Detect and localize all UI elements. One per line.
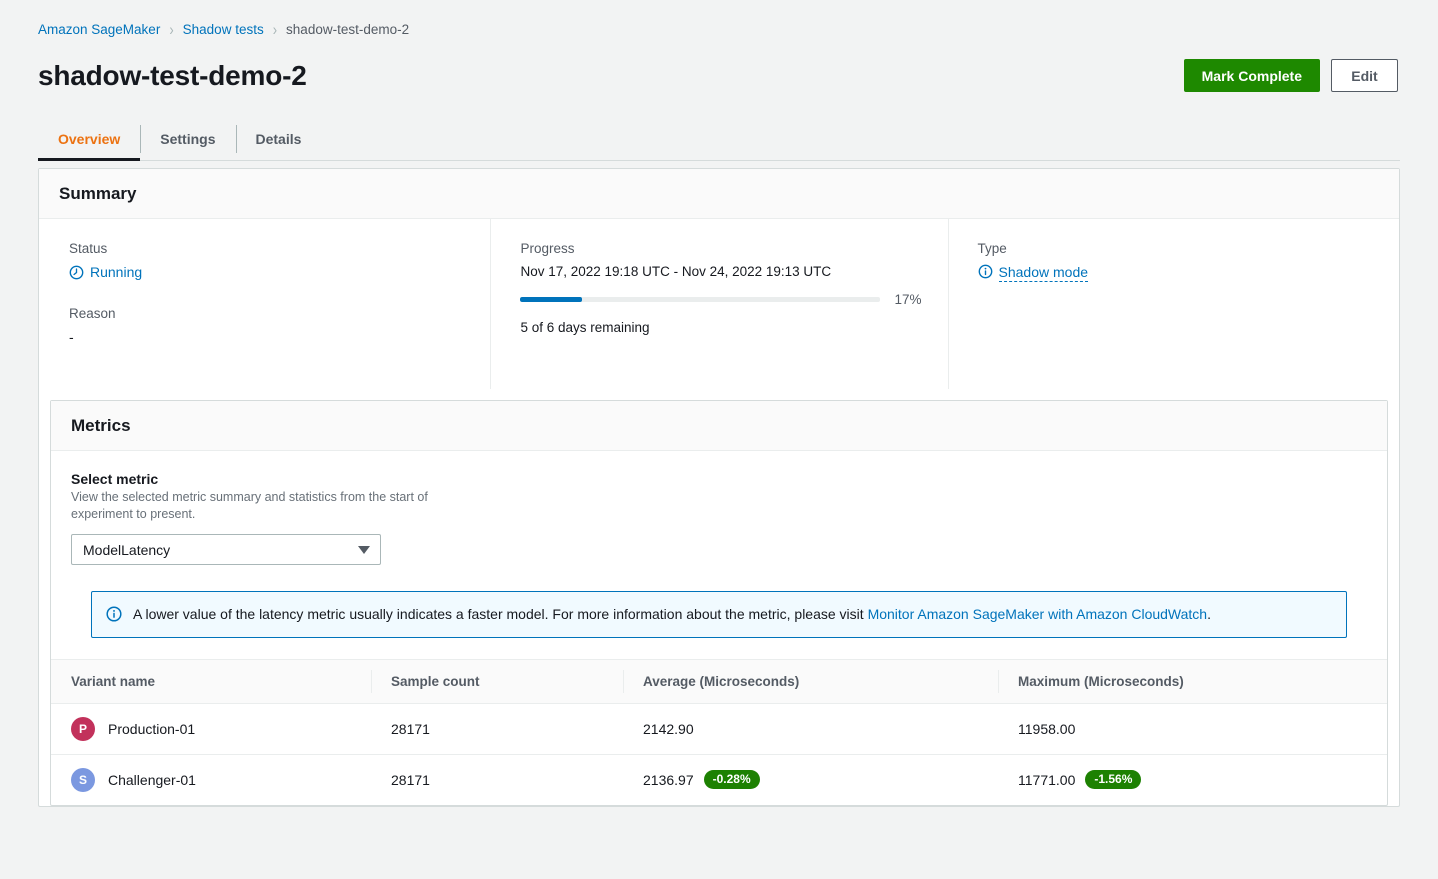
average-delta-badge: -0.28% bbox=[704, 770, 760, 789]
table-header-row: Variant name Sample count Average (Micro… bbox=[51, 659, 1387, 703]
status-label: Status bbox=[69, 241, 464, 256]
type-value: Shadow mode bbox=[999, 264, 1089, 282]
page-header: shadow-test-demo-2 Mark Complete Edit bbox=[0, 37, 1438, 92]
avatar: P bbox=[71, 717, 95, 741]
summary-column-progress: Progress Nov 17, 2022 19:18 UTC - Nov 24… bbox=[490, 219, 947, 389]
clock-icon bbox=[69, 265, 84, 280]
status-badge: Running bbox=[69, 264, 464, 280]
chevron-down-icon bbox=[358, 546, 370, 554]
summary-card-header: Summary bbox=[39, 169, 1399, 219]
column-header-sample-count: Sample count bbox=[371, 659, 623, 703]
progress-date-range: Nov 17, 2022 19:18 UTC - Nov 24, 2022 19… bbox=[520, 264, 921, 279]
select-metric-label: Select metric bbox=[71, 471, 1367, 487]
metrics-table-head: Variant name Sample count Average (Micro… bbox=[51, 659, 1387, 703]
tab-settings-label: Settings bbox=[160, 131, 215, 147]
info-alert-text-before: A lower value of the latency metric usua… bbox=[133, 606, 868, 622]
variant-name-label: Production-01 bbox=[108, 721, 195, 737]
cell-variant-name: S Challenger-01 bbox=[51, 754, 371, 805]
column-header-variant-name: Variant name bbox=[51, 659, 371, 703]
tab-settings[interactable]: Settings bbox=[140, 118, 235, 160]
metric-select[interactable]: ModelLatency bbox=[71, 534, 381, 565]
metrics-title: Metrics bbox=[71, 416, 1367, 436]
cloudwatch-doc-link[interactable]: Monitor Amazon SageMaker with Amazon Clo… bbox=[868, 606, 1208, 622]
summary-title: Summary bbox=[59, 184, 1379, 204]
breadcrumb-item-shadow-tests[interactable]: Shadow tests bbox=[183, 22, 264, 37]
summary-body: Status Running Reason - Progress bbox=[39, 219, 1399, 389]
summary-column-status: Status Running Reason - bbox=[39, 219, 490, 389]
header-actions: Mark Complete Edit bbox=[1184, 59, 1398, 92]
info-icon bbox=[978, 264, 993, 282]
metrics-card-header: Metrics bbox=[51, 401, 1387, 451]
select-metric-description: View the selected metric summary and sta… bbox=[71, 489, 431, 522]
progress-remaining: 5 of 6 days remaining bbox=[520, 320, 921, 335]
edit-button[interactable]: Edit bbox=[1331, 59, 1398, 92]
tab-overview-label: Overview bbox=[58, 131, 120, 147]
status-value: Running bbox=[90, 264, 142, 280]
average-value: 2142.90 bbox=[643, 721, 694, 737]
progress-label: Progress bbox=[520, 241, 921, 256]
cell-variant-name: P Production-01 bbox=[51, 703, 371, 754]
breadcrumb-item-amazon-sagemaker[interactable]: Amazon SageMaker bbox=[38, 22, 160, 37]
average-value: 2136.97 bbox=[643, 772, 694, 788]
mark-complete-button[interactable]: Mark Complete bbox=[1184, 59, 1320, 92]
maximum-value: 11958.00 bbox=[1018, 721, 1075, 737]
cell-average: 2136.97 -0.28% bbox=[623, 754, 998, 805]
progress-percent: 17% bbox=[894, 292, 921, 307]
column-header-average: Average (Microseconds) bbox=[623, 659, 998, 703]
breadcrumb-separator-icon: › bbox=[169, 20, 173, 39]
reason-field: Reason - bbox=[69, 306, 464, 345]
tab-overview[interactable]: Overview bbox=[38, 118, 140, 160]
cell-maximum: 11771.00 -1.56% bbox=[998, 754, 1387, 805]
info-icon bbox=[106, 605, 122, 622]
metric-select-value: ModelLatency bbox=[83, 542, 170, 558]
reason-value: - bbox=[69, 329, 464, 345]
progress-row: 17% bbox=[520, 292, 921, 307]
cell-maximum: 11958.00 bbox=[998, 703, 1387, 754]
cell-sample-count: 28171 bbox=[371, 754, 623, 805]
variant-name-label: Challenger-01 bbox=[108, 772, 196, 788]
breadcrumb-separator-icon: › bbox=[273, 20, 277, 39]
info-alert-text: A lower value of the latency metric usua… bbox=[133, 605, 1211, 624]
type-label: Type bbox=[978, 241, 1373, 256]
metrics-body: Select metric View the selected metric s… bbox=[51, 451, 1387, 638]
metrics-card: Metrics Select metric View the selected … bbox=[50, 400, 1388, 806]
info-alert-text-after: . bbox=[1207, 606, 1211, 622]
table-row: S Challenger-01 28171 2136.97 -0.28% 1 bbox=[51, 754, 1387, 805]
metrics-table: Variant name Sample count Average (Micro… bbox=[51, 659, 1387, 805]
type-value-tooltip-trigger[interactable]: Shadow mode bbox=[978, 264, 1089, 282]
maximum-value: 11771.00 bbox=[1018, 772, 1075, 788]
cell-average: 2142.90 bbox=[623, 703, 998, 754]
breadcrumb-item-current: shadow-test-demo-2 bbox=[286, 22, 409, 37]
metrics-table-body: P Production-01 28171 2142.90 11958.00 bbox=[51, 703, 1387, 805]
progress-bar bbox=[520, 297, 880, 302]
cell-sample-count: 28171 bbox=[371, 703, 623, 754]
column-header-maximum: Maximum (Microseconds) bbox=[998, 659, 1387, 703]
maximum-delta-badge: -1.56% bbox=[1085, 770, 1141, 789]
table-row: P Production-01 28171 2142.90 11958.00 bbox=[51, 703, 1387, 754]
breadcrumb: Amazon SageMaker › Shadow tests › shadow… bbox=[0, 0, 1438, 37]
progress-bar-fill bbox=[520, 297, 581, 302]
status-field: Status Running bbox=[69, 241, 464, 280]
tab-details[interactable]: Details bbox=[236, 118, 322, 160]
tab-bar: Overview Settings Details bbox=[38, 118, 1400, 161]
tab-details-label: Details bbox=[256, 131, 302, 147]
info-alert: A lower value of the latency metric usua… bbox=[91, 591, 1347, 638]
avatar: S bbox=[71, 768, 95, 792]
summary-card: Summary Status Running Reason bbox=[38, 168, 1400, 807]
reason-label: Reason bbox=[69, 306, 464, 321]
summary-column-type: Type Shadow mode bbox=[948, 219, 1399, 389]
page-title: shadow-test-demo-2 bbox=[38, 60, 307, 92]
